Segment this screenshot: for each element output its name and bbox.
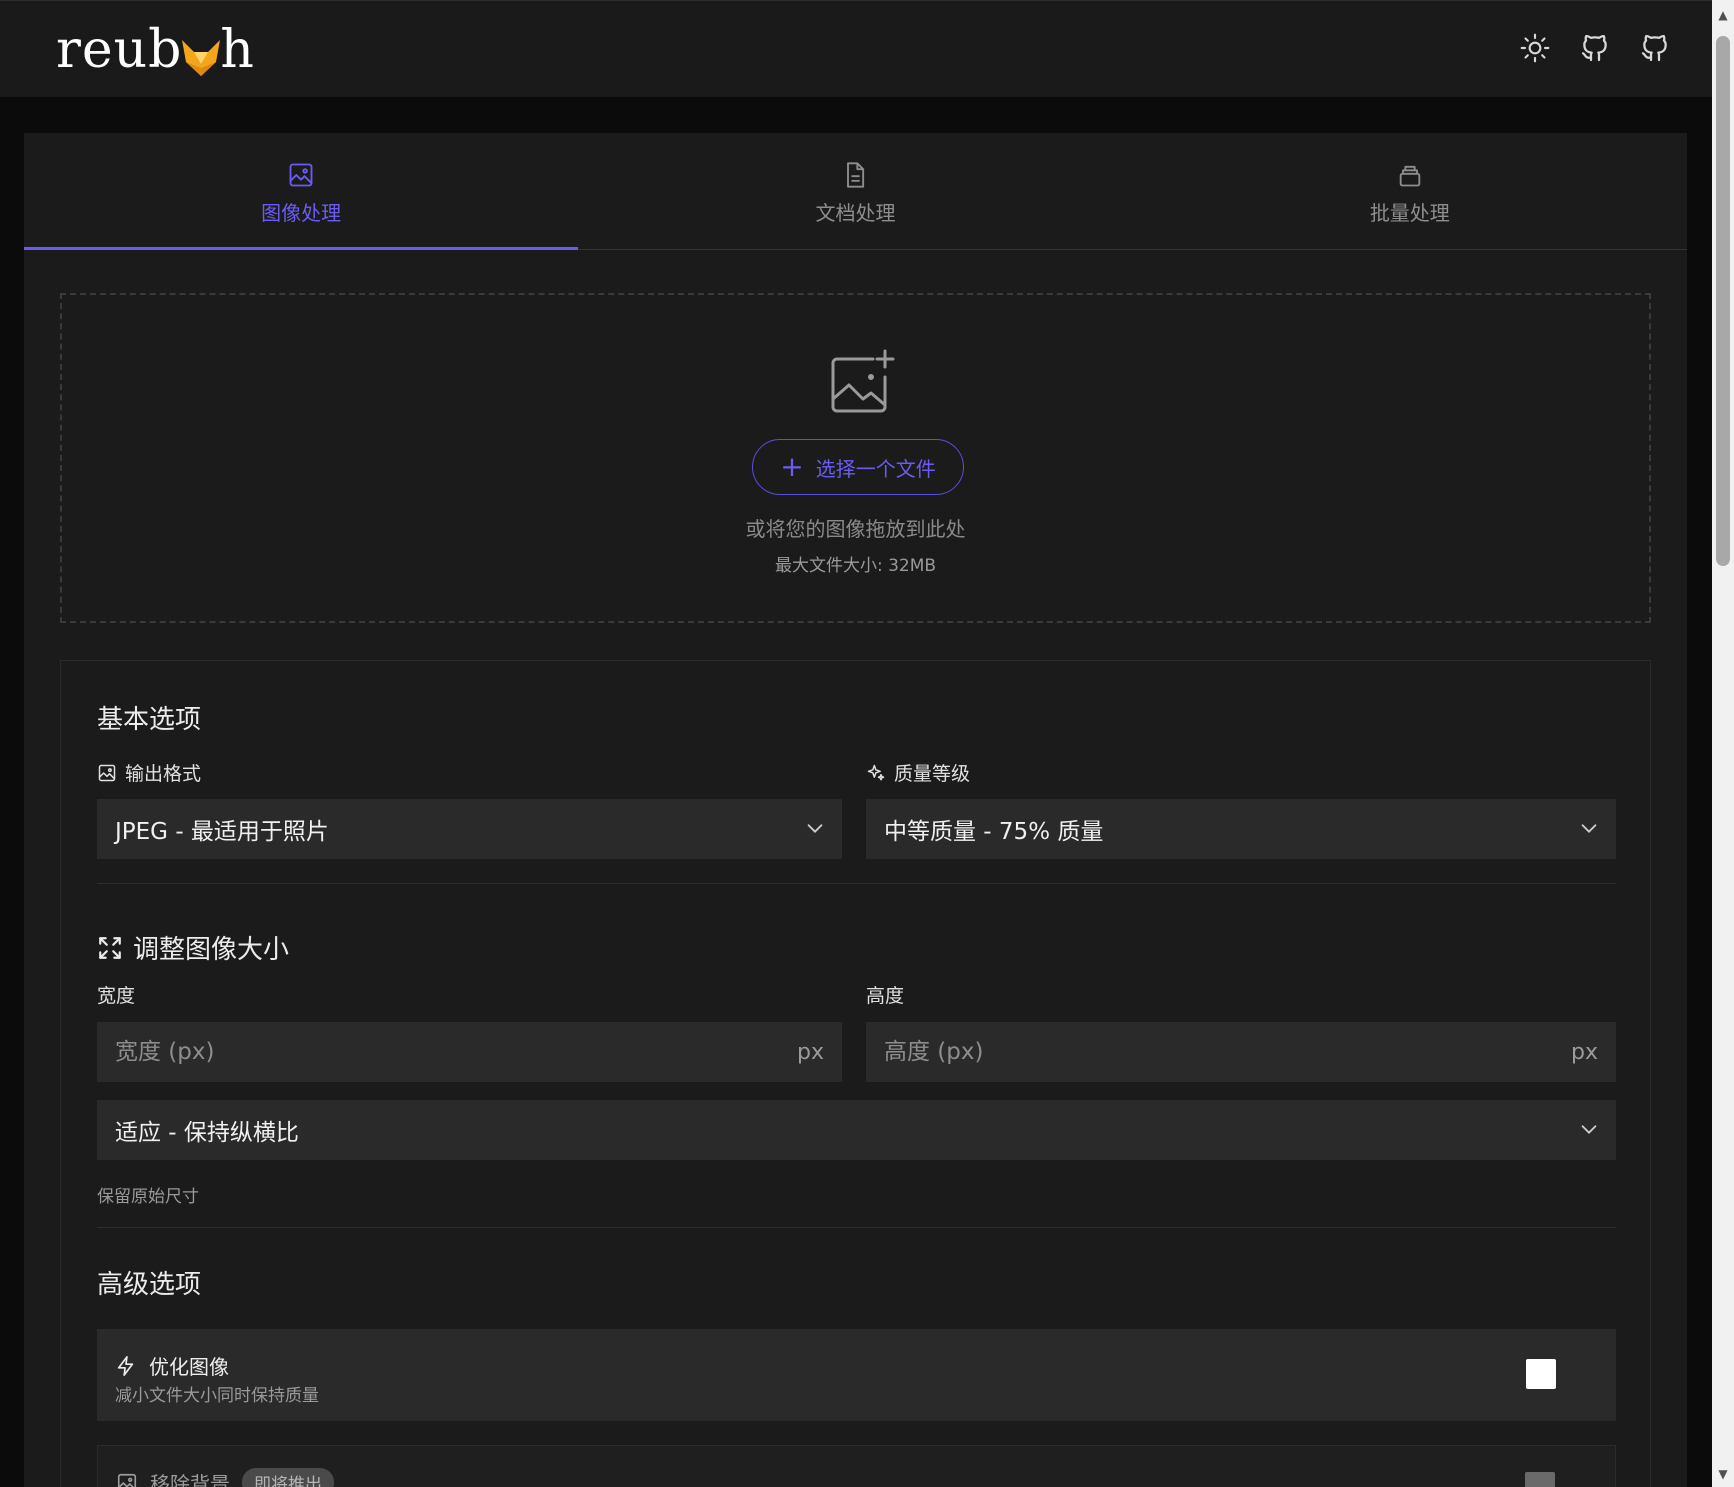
lightning-icon [117, 1355, 134, 1376]
options-panel: 基本选项 输出格式 JPEG - 最适用于照片 质量等级 中等质量 - 75% … [60, 660, 1651, 1487]
expand-icon [99, 936, 121, 959]
tab-image[interactable]: 图像处理 [24, 133, 579, 250]
width-field[interactable]: px [97, 1022, 842, 1082]
file-size-limit: 最大文件大小: 32MB [774, 556, 937, 576]
output-format-value: JPEG - 最适用于照片 [115, 819, 329, 845]
remove-background-checkbox [1525, 1472, 1555, 1487]
tab-bar: 图像处理 文档处理 批量处理 [24, 133, 1687, 250]
drop-hint: 或将您的图像拖放到此处 [745, 517, 966, 541]
image-icon [289, 163, 313, 186]
main-card: 图像处理 文档处理 批量处理 + 选择一个文件 或将您的图像拖放到此处 最大文件… [24, 133, 1687, 1487]
choose-file-button[interactable]: + 选择一个文件 [752, 439, 964, 495]
height-label: 高度 [866, 985, 905, 1007]
quality-level-value: 中等质量 - 75% 质量 [884, 819, 1104, 845]
height-unit: px [1571, 1040, 1598, 1065]
width-label: 宽度 [97, 985, 136, 1007]
scroll-up-arrow-icon[interactable]: ▲ [1712, 4, 1734, 26]
section-divider [97, 1227, 1616, 1228]
height-input[interactable] [884, 1039, 1598, 1065]
height-field[interactable]: px [866, 1022, 1616, 1082]
remove-background-option: 移除背景 即将推出 [97, 1445, 1616, 1487]
app-viewport: reub h 图像处理 文档处理 批量处理 + 选择一个文件 或将您的图像拖放到… [0, 0, 1712, 1487]
remove-background-title: 移除背景 即将推出 [116, 1468, 334, 1487]
stack-icon [1399, 165, 1421, 186]
logo[interactable]: reub h [56, 15, 255, 85]
plus-icon: + [780, 450, 804, 483]
logo-text-left: reub [56, 20, 183, 80]
github-icon[interactable] [1578, 31, 1612, 65]
document-icon [847, 161, 865, 188]
fit-mode-value: 适应 - 保持纵横比 [115, 1120, 299, 1146]
header-actions [1518, 31, 1672, 65]
chevron-down-icon [1581, 824, 1597, 833]
width-input[interactable] [115, 1039, 824, 1065]
fit-mode-select[interactable]: 适应 - 保持纵横比 [97, 1100, 1616, 1160]
logo-text-right: h [220, 20, 255, 80]
resize-note: 保留原始尺寸 [97, 1187, 199, 1207]
page-scrollbar[interactable]: ▲ ▼ [1712, 0, 1734, 1487]
tab-document-label: 文档处理 [815, 200, 896, 225]
chevron-down-icon [807, 824, 823, 833]
sparkles-icon [867, 764, 885, 780]
github-icon[interactable] [1638, 31, 1672, 65]
output-format-select[interactable]: JPEG - 最适用于照片 [97, 799, 842, 859]
tab-document[interactable]: 文档处理 [578, 133, 1132, 249]
chevron-down-icon [1581, 1125, 1597, 1134]
output-format-label: 输出格式 [97, 759, 201, 786]
image-icon [98, 764, 116, 781]
advanced-options-title: 高级选项 [97, 1270, 202, 1300]
optimize-image-desc: 减小文件大小同时保持质量 [115, 1386, 319, 1406]
top-header: reub h [0, 0, 1712, 97]
choose-file-label: 选择一个文件 [815, 456, 936, 481]
scroll-down-arrow-icon[interactable]: ▼ [1712, 1463, 1734, 1485]
quality-level-label: 质量等级 [866, 759, 970, 786]
quality-level-select[interactable]: 中等质量 - 75% 质量 [866, 799, 1616, 859]
width-unit: px [797, 1040, 824, 1065]
fox-logo-icon [180, 33, 222, 79]
sun-icon[interactable] [1518, 31, 1552, 65]
tab-batch[interactable]: 批量处理 [1133, 133, 1687, 249]
tab-batch-label: 批量处理 [1369, 200, 1450, 225]
optimize-image-title: 优化图像 [115, 1351, 229, 1380]
tab-image-label: 图像处理 [261, 200, 342, 225]
section-divider [97, 883, 1616, 884]
coming-soon-badge: 即将推出 [242, 1468, 334, 1487]
optimize-image-checkbox[interactable] [1526, 1359, 1556, 1389]
image-add-icon [831, 349, 895, 413]
scroll-thumb[interactable] [1716, 36, 1730, 566]
basic-options-title: 基本选项 [97, 705, 202, 735]
optimize-image-option[interactable]: 优化图像 减小文件大小同时保持质量 [97, 1329, 1616, 1421]
image-icon [117, 1473, 137, 1487]
upload-dropzone[interactable]: + 选择一个文件 或将您的图像拖放到此处 最大文件大小: 32MB [60, 293, 1651, 623]
resize-title: 调整图像大小 [97, 929, 289, 966]
